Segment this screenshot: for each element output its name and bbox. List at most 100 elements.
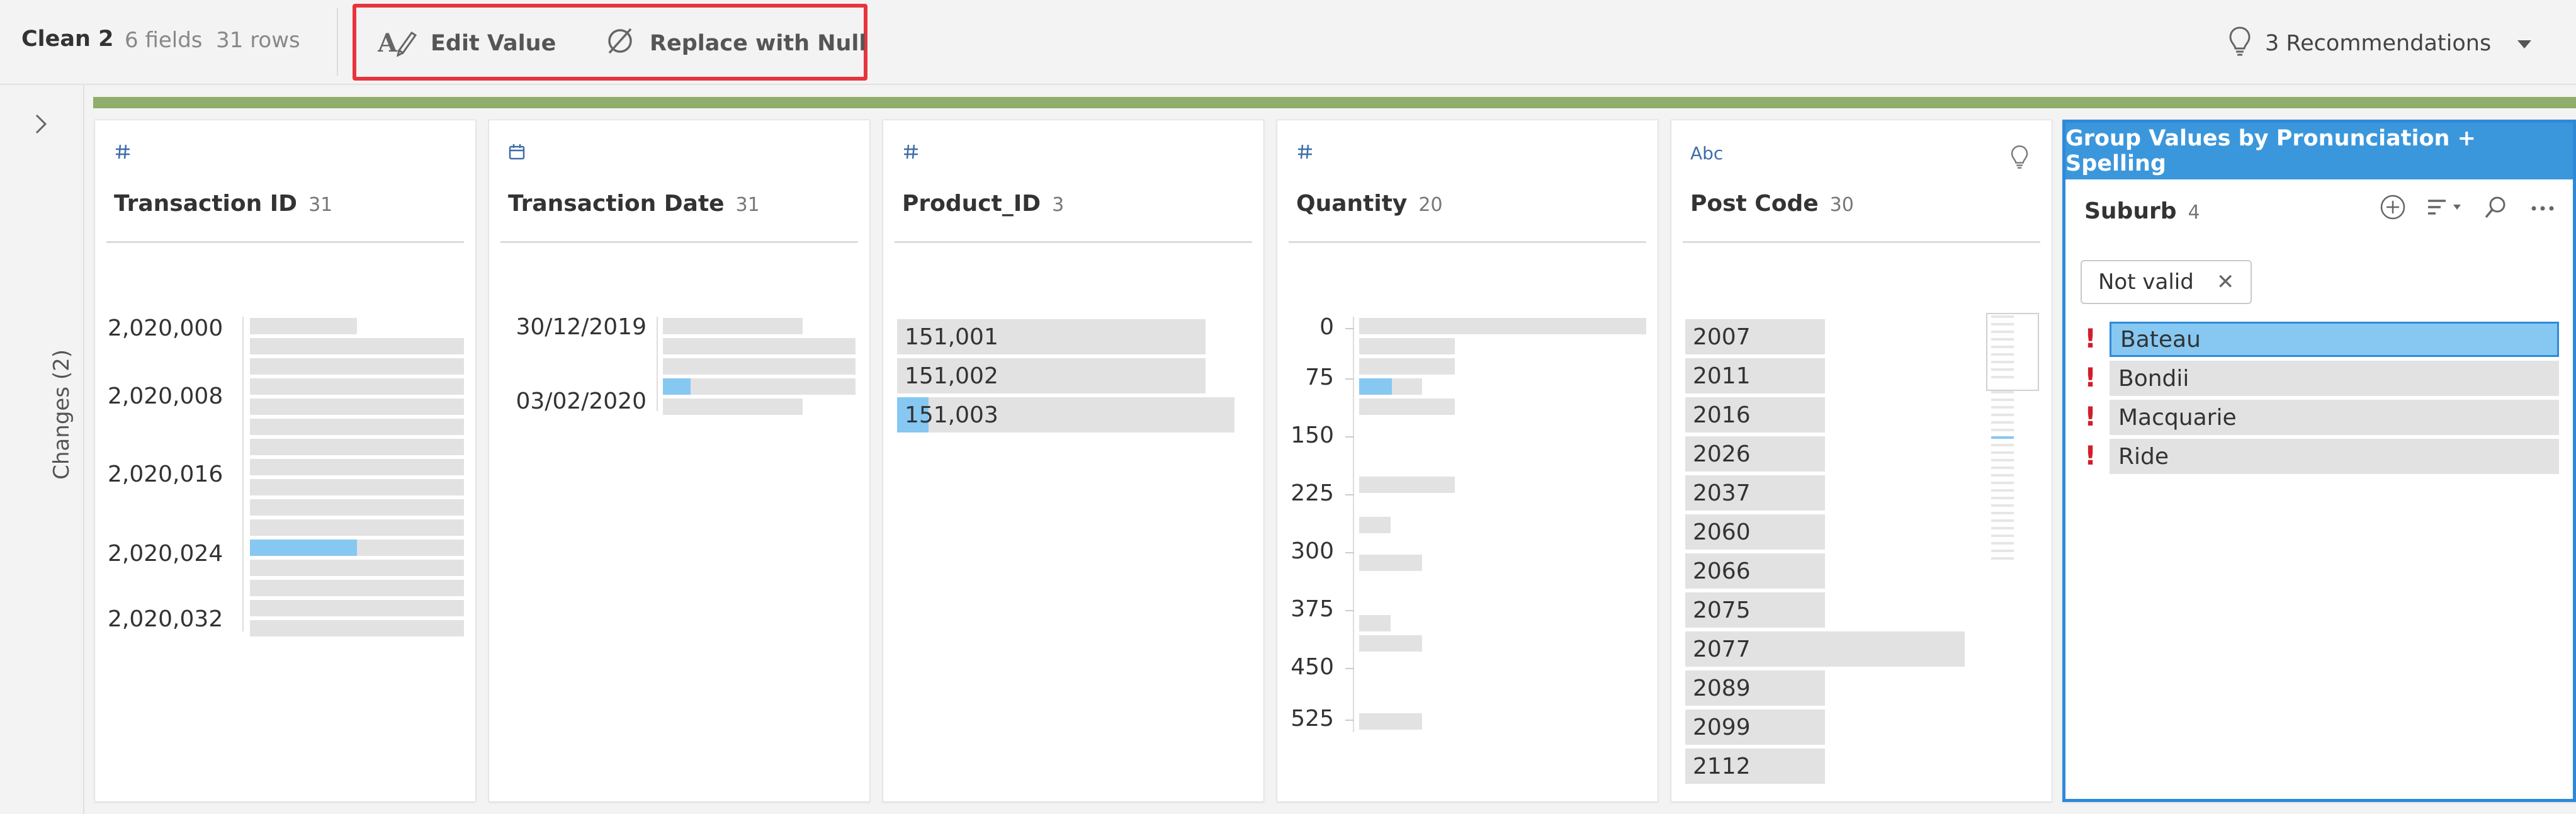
value-bar[interactable]: Ride [2110,439,2559,474]
field-name[interactable]: Product_ID 3 [902,191,1064,217]
histogram-bar[interactable] [250,378,464,395]
profile-card-transaction-id[interactable]: Transaction ID 31 2,020,000 2,020,008 2,0… [94,120,476,802]
close-icon[interactable]: ✕ [2217,269,2235,295]
histogram-bar[interactable] [663,378,856,395]
histogram-bar[interactable] [250,600,464,616]
histogram-bar[interactable] [1359,713,1422,730]
profile-card-transaction-date[interactable]: Transaction Date 31 30/12/2019 03/02/2020 [489,120,870,802]
histogram-bar[interactable] [250,439,464,455]
value-bar[interactable]: 2112 [1685,749,1825,784]
value-bar[interactable]: 2066 [1685,553,1825,589]
filter-pill-label: Not valid [2098,269,2194,295]
card-divider [895,241,1252,243]
list-item[interactable]: ! Bateau [2081,322,2559,358]
value-bar[interactable]: Bateau [2110,322,2559,357]
field-name[interactable]: Suburb 4 [2084,198,2200,224]
histogram-bar[interactable] [250,540,464,556]
histogram[interactable]: 0 75 150 225 300 375 450 525 [1277,120,1659,803]
value-label: Ride [2118,443,2169,470]
histogram-bar[interactable] [250,419,464,435]
search-icon[interactable] [2482,193,2510,223]
toolbar: Clean 2 6 fields 31 rows A Edit Value Re… [0,0,2576,85]
value-label: 151,002 [905,363,998,389]
axis-label: 150 [1291,422,1334,448]
value-bar[interactable]: Bondii [2110,361,2559,396]
recommendations-dropdown[interactable]: 3 Recommendations [2229,21,2533,65]
value-bar[interactable]: 2011 [1685,358,1825,393]
histogram-bar[interactable] [663,399,803,415]
list-item[interactable]: ! Ride [2081,439,2559,475]
axis-tick [1345,436,1354,438]
invalid-value-icon: ! [2084,440,2097,471]
value-bar[interactable]: 2007 [1685,319,1825,354]
profile-card-suburb[interactable]: Group Values by Pronunciation + Spelling… [2062,120,2576,802]
add-icon[interactable] [2379,193,2407,223]
overview-scrollbar[interactable] [1986,313,2039,611]
histogram-bar[interactable] [1359,378,1422,395]
histogram-bar[interactable] [1359,555,1422,571]
value-bar[interactable]: 2099 [1685,709,1825,745]
chevron-right-icon[interactable] [31,111,50,139]
histogram-bar[interactable] [1359,517,1391,533]
axis-line [657,317,658,411]
value-label: 151,003 [905,402,998,428]
value-bar[interactable]: 151,002 [897,358,1206,393]
filter-pill-not-valid[interactable]: Not valid ✕ [2081,260,2252,304]
histogram-bar[interactable] [1359,399,1455,415]
value-bar[interactable]: 2060 [1685,514,1825,550]
value-bar[interactable]: 151,003 [897,397,1234,432]
histogram-bar[interactable] [1359,358,1455,375]
histogram-bar[interactable] [250,499,464,516]
value-bar[interactable]: Macquarie [2110,400,2559,435]
histogram-bar[interactable] [250,358,464,375]
profile-card-quantity[interactable]: Quantity 20 0 75 150 225 300 375 450 525 [1277,120,1658,802]
value-bar[interactable]: 2037 [1685,475,1825,511]
value-bar[interactable]: 2089 [1685,670,1825,706]
list-item[interactable]: ! Macquarie [2081,400,2559,436]
histogram-bar[interactable] [1359,615,1391,631]
histogram[interactable]: 2,020,000 2,020,008 2,020,016 2,020,024 … [95,120,477,803]
value-bar[interactable]: 2077 [1685,631,1965,667]
value-bar[interactable]: 2026 [1685,436,1825,472]
list-item[interactable]: ! Bondii [2081,361,2559,397]
field-count: 30 [1829,194,1854,216]
histogram-bar[interactable] [663,338,856,354]
histogram-bar[interactable] [1359,318,1646,334]
histogram-bar[interactable] [250,560,464,576]
histogram-bar[interactable] [250,620,464,636]
field-name[interactable]: Post Code 30 [1690,191,1854,217]
histogram-bar[interactable] [250,318,357,334]
value-label: 2016 [1693,402,1751,428]
axis-label: 30/12/2019 [516,314,647,340]
value-bar[interactable]: 151,001 [897,319,1206,354]
profile-card-post-code[interactable]: Abc Post Code 30 2007 2011 2016 2026 2037… [1671,120,2052,802]
more-options-icon[interactable] [2529,193,2556,223]
axis-label: 0 [1319,314,1334,340]
value-bar[interactable]: 2016 [1685,397,1825,432]
histogram-bar[interactable] [250,580,464,596]
histogram-bar[interactable] [663,358,856,375]
profile-card-product-id[interactable]: Product_ID 3 151,001 151,002 151,003 [883,120,1264,802]
axis-label: 450 [1291,654,1334,680]
lightbulb-icon[interactable] [2010,144,2029,172]
histogram-bar[interactable] [250,519,464,536]
group-values-header[interactable]: Group Values by Pronunciation + Spelling [2065,123,2573,179]
replace-with-null-button[interactable]: Replace with Null [604,21,866,65]
histogram[interactable]: 30/12/2019 03/02/2020 [489,120,871,803]
edit-value-button[interactable]: A Edit Value [377,21,556,65]
histogram-bar[interactable] [1359,477,1455,493]
histogram-bar[interactable] [663,318,803,334]
changes-label[interactable]: Changes (2) [49,349,74,480]
histogram-bar[interactable] [250,459,464,475]
changes-rail: Changes (2) [0,85,84,814]
edit-value-label: Edit Value [431,31,556,56]
axis-label: 2,020,000 [108,315,223,341]
sort-icon[interactable] [2426,193,2463,223]
value-bar[interactable]: 2075 [1685,592,1825,628]
histogram-bar[interactable] [1359,635,1422,652]
histogram-bar[interactable] [250,479,464,495]
histogram-bar[interactable] [250,399,464,415]
histogram-bar[interactable] [1359,338,1455,354]
value-label: 2066 [1693,558,1751,584]
histogram-bar[interactable] [250,338,464,354]
